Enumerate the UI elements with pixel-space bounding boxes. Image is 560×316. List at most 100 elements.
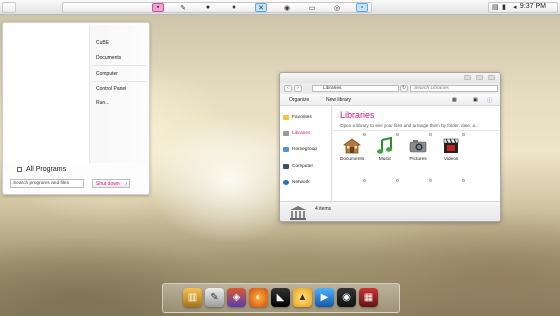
dock: ▥ ✎ ◈ ◐ ◣ ▲ ▶ ◉ ▦: [162, 283, 400, 313]
minimize-button[interactable]: [464, 75, 471, 80]
computer-icon: [283, 164, 289, 169]
shutdown-label: Shut down: [96, 181, 120, 187]
item-checkbox[interactable]: [462, 179, 465, 182]
start-menu: CuBE Documents Computer Control Panel Ru…: [2, 22, 150, 195]
start-link-documents[interactable]: Documents: [96, 55, 121, 61]
address-field[interactable]: Libraries: [312, 85, 399, 92]
network-icon: [283, 180, 289, 185]
all-programs-label: All Programs: [26, 166, 67, 173]
clapperboard-icon: [442, 137, 460, 155]
panel-launcher-bar: [62, 2, 372, 13]
item-checkbox[interactable]: [462, 133, 465, 136]
window-list-icon[interactable]: ▤: [492, 3, 499, 11]
panel-menu-button[interactable]: [2, 2, 16, 13]
item-checkbox[interactable]: [363, 179, 366, 182]
tools-icon[interactable]: ✕: [255, 3, 267, 12]
start-link-computer[interactable]: Computer: [96, 71, 118, 77]
new-library-button[interactable]: New library: [326, 97, 351, 103]
nav-label: Computer: [292, 164, 314, 169]
library-documents[interactable]: Documents: [337, 137, 367, 162]
star-icon: [283, 115, 289, 120]
shutdown-button[interactable]: Shut down ›: [92, 179, 130, 188]
breadcrumb[interactable]: Libraries: [323, 86, 341, 91]
play-icon[interactable]: ▶: [315, 288, 334, 307]
all-programs-button[interactable]: All Programs: [17, 166, 66, 173]
folder-icon[interactable]: ▪: [152, 3, 164, 12]
nav-item-libraries[interactable]: Libraries: [283, 131, 310, 136]
start-link-control-panel[interactable]: Control Panel: [96, 86, 126, 92]
volume-icon[interactable]: ◂: [513, 3, 517, 11]
divider: [94, 65, 146, 66]
status-bar: 4 items: [280, 201, 500, 221]
divider: [333, 130, 500, 131]
preview-pane-icon[interactable]: ▣: [473, 97, 478, 103]
refresh-button[interactable]: ↻: [400, 85, 408, 92]
expand-icon: [17, 167, 22, 172]
homegroup-icon: [283, 147, 289, 152]
item-checkbox[interactable]: [429, 179, 432, 182]
media-app-icon[interactable]: ◈: [227, 288, 246, 307]
explorer-window: ‹ › Libraries ↻ Search Libraries Organiz…: [279, 72, 501, 222]
command-bar: Organize New library ▦ ▣ ⓘ: [280, 94, 500, 106]
library-label: Documents: [339, 157, 365, 162]
nav-label: Libraries: [292, 131, 311, 136]
music-icon: [376, 137, 394, 155]
video-app-icon[interactable]: ▦: [359, 288, 378, 307]
chevron-right-icon[interactable]: ›: [125, 181, 127, 187]
refresh-icon[interactable]: ◎: [331, 3, 343, 12]
terminal-icon[interactable]: ◣: [271, 288, 290, 307]
item-checkbox[interactable]: [429, 133, 432, 136]
nav-item-homegroup[interactable]: Homegroup: [283, 147, 317, 152]
library-music[interactable]: Music: [370, 137, 400, 162]
library-videos[interactable]: Videos: [436, 137, 466, 162]
library-label: Music: [378, 157, 392, 162]
nav-label: Network: [292, 180, 310, 185]
organize-button[interactable]: Organize: [289, 97, 309, 103]
start-search-input[interactable]: Search programs and files: [10, 179, 84, 188]
item-checkbox[interactable]: [396, 179, 399, 182]
firefox-icon[interactable]: ◐: [249, 288, 268, 307]
library-label: Pictures: [409, 157, 427, 162]
top-panel: ▪ ✎ ● ♦ ✕ ◉ ▭ ◎ ▫ ▤ ▮ ◂ 9:37 PM: [0, 0, 560, 15]
library-large-icon: [290, 206, 306, 220]
forward-button[interactable]: ›: [294, 85, 302, 92]
notes-icon[interactable]: ✎: [205, 288, 224, 307]
item-count: 4 items: [315, 206, 332, 212]
globe-icon[interactable]: ●: [202, 3, 214, 12]
pin-icon[interactable]: ♦: [228, 3, 240, 12]
item-checkbox[interactable]: [396, 133, 399, 136]
window-icon[interactable]: ▭: [306, 3, 318, 12]
help-icon[interactable]: ⓘ: [487, 97, 492, 104]
close-button[interactable]: [488, 75, 495, 80]
nav-item-favorites[interactable]: Favorites: [283, 115, 312, 120]
nav-item-computer[interactable]: Computer: [283, 164, 313, 169]
item-checkbox[interactable]: [363, 133, 366, 136]
camera-app-icon[interactable]: ◉: [337, 288, 356, 307]
library-pictures[interactable]: Pictures: [403, 137, 433, 162]
page-title: Libraries: [340, 110, 375, 120]
back-button[interactable]: ‹: [284, 85, 292, 92]
divider: [94, 81, 146, 82]
nav-label: Homegroup: [292, 147, 318, 152]
library-icon: [283, 131, 289, 136]
window-titlebar[interactable]: [280, 73, 500, 83]
eye-icon[interactable]: ◉: [281, 3, 293, 12]
clock[interactable]: 9:37 PM: [520, 3, 546, 10]
pen-icon[interactable]: ✎: [177, 3, 189, 12]
nav-item-network[interactable]: Network: [283, 180, 310, 185]
content-pane: Libraries Open a library to see your fil…: [333, 106, 500, 201]
start-link-cube[interactable]: CuBE: [96, 40, 109, 46]
start-menu-links-pane: CuBE Documents Computer Control Panel Ru…: [89, 25, 149, 163]
search-input[interactable]: Search Libraries: [410, 85, 498, 92]
vlc-icon[interactable]: ▲: [293, 288, 312, 307]
library-label: Videos: [443, 157, 459, 162]
view-icon[interactable]: ▦: [452, 97, 457, 103]
library-app-icon[interactable]: ▥: [183, 288, 202, 307]
start-link-run[interactable]: Run...: [96, 100, 109, 106]
signal-icon[interactable]: ▮: [502, 3, 506, 11]
camera-icon: [409, 137, 427, 155]
desktop-icon[interactable]: ▫: [356, 3, 368, 12]
nav-label: Favorites: [292, 115, 312, 120]
documents-icon: [343, 137, 361, 155]
maximize-button[interactable]: [476, 75, 483, 80]
